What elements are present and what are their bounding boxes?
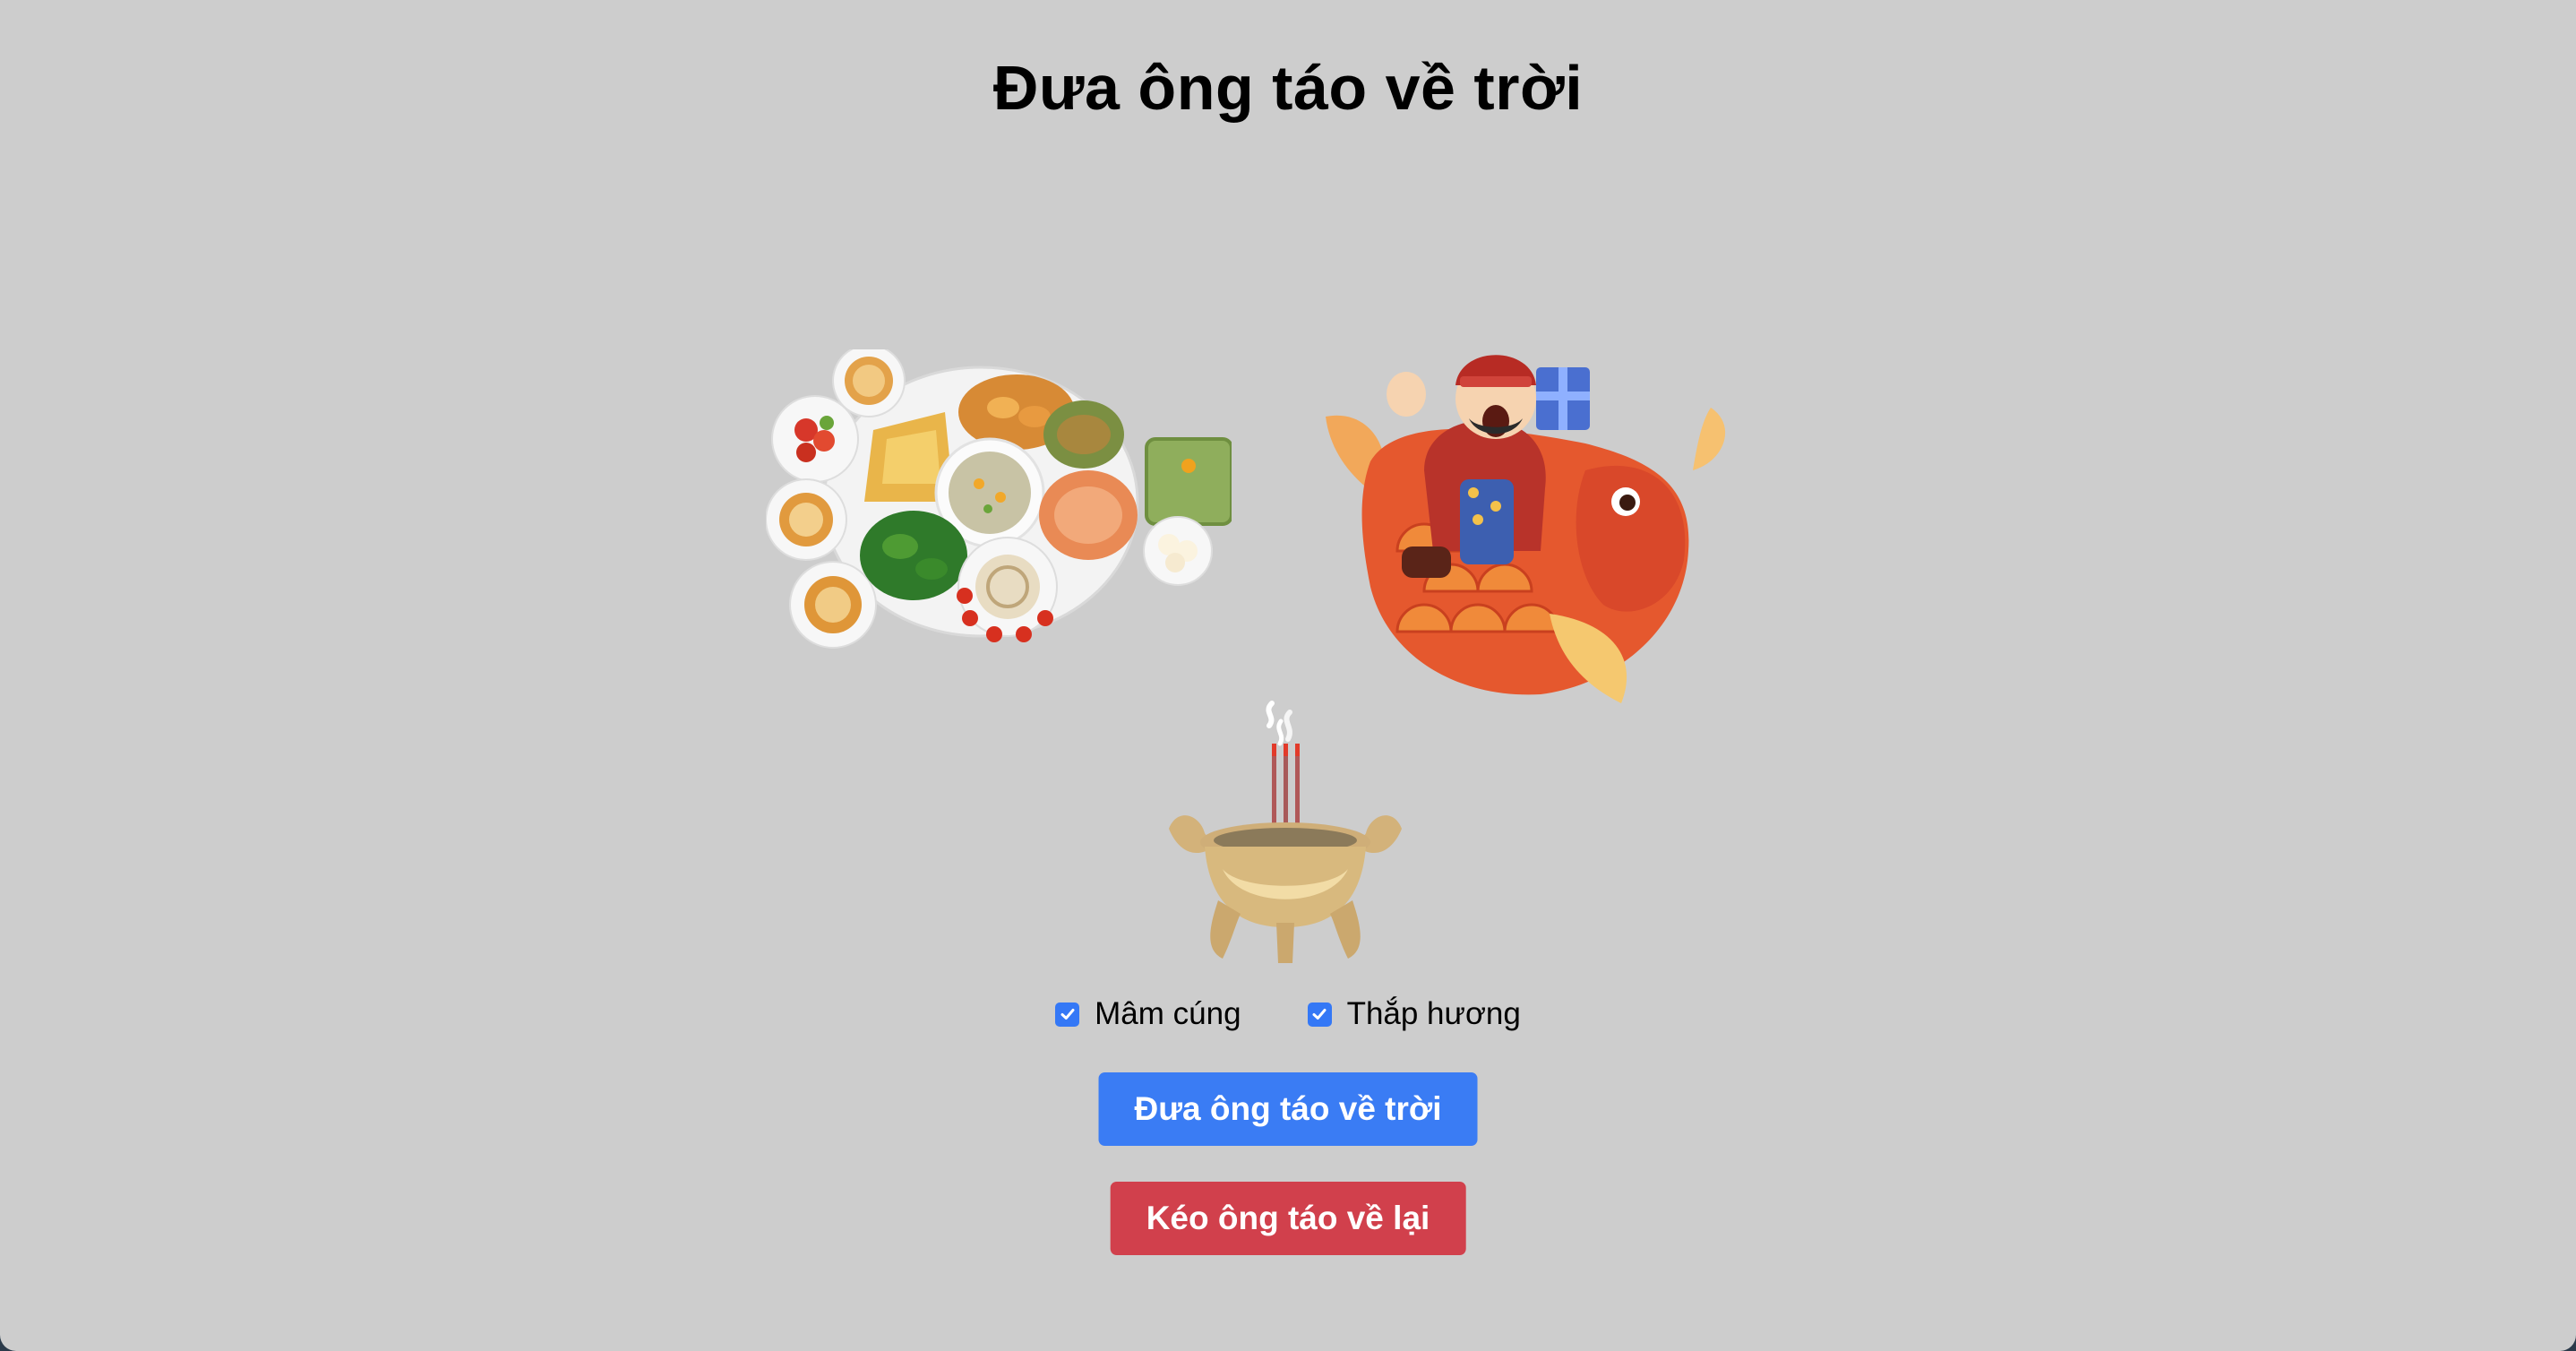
- thap-huong-label: Thắp hương: [1346, 996, 1521, 1031]
- mam-cung-option[interactable]: Mâm cúng: [1055, 996, 1241, 1032]
- pull-back-ong-tao-button[interactable]: Kéo ông táo về lại: [1110, 1182, 1466, 1255]
- checkmark-icon: [1312, 1009, 1327, 1020]
- incense-burner-image: [1169, 701, 1402, 963]
- ong-tao-image: [1326, 355, 1726, 703]
- app-window: Đưa ông táo về trời Mâm cúng Thắp hương …: [0, 0, 2576, 1351]
- send-ong-tao-button[interactable]: Đưa ông táo về trời: [1098, 1072, 1478, 1146]
- mam-cung-image: [766, 349, 1232, 649]
- page-title: Đưa ông táo về trời: [992, 53, 1584, 123]
- mam-cung-label: Mâm cúng: [1095, 996, 1241, 1031]
- mam-cung-checkbox[interactable]: [1055, 1002, 1080, 1027]
- options-row: Mâm cúng Thắp hương: [0, 996, 2576, 1032]
- thap-huong-checkbox[interactable]: [1307, 1002, 1332, 1027]
- checkmark-icon: [1060, 1009, 1075, 1020]
- thap-huong-option[interactable]: Thắp hương: [1307, 996, 1521, 1032]
